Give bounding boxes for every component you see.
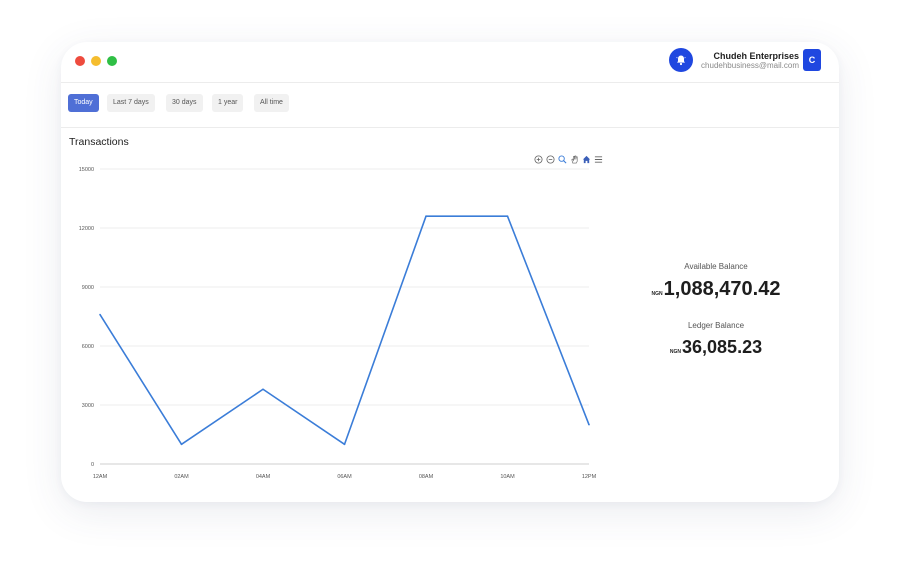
data-point [506, 215, 509, 217]
chart-title: Transactions [69, 136, 129, 148]
account-name: Chudeh Enterprises [713, 51, 799, 61]
ledger-balance-label: Ledger Balance [687, 321, 745, 330]
x-tick-label: 06AM [337, 474, 352, 480]
ledger-balance-amount: 36,085.23 [682, 337, 763, 357]
title-bar: Chudeh Enterprises chudehbusiness@mail.c… [61, 42, 839, 83]
available-balance-value: NGN1,088,470.42 [621, 278, 811, 301]
available-balance-amount: 1,088,470.42 [663, 278, 781, 300]
data-point [425, 215, 427, 217]
bell-icon [676, 55, 686, 66]
ledger-balance-value: NGN36,085.23 [621, 337, 811, 358]
available-balance-currency: NGN [651, 291, 663, 297]
minimize-window-dot[interactable] [91, 56, 101, 66]
transactions-line-chart: 0 3000 6000 9000 12000 15000 12AM 02AM 04AM 06AM 0… [79, 167, 597, 480]
data-point [262, 388, 264, 391]
x-tick-label: 12PM [582, 474, 597, 480]
y-tick-label: 0 [91, 462, 94, 468]
x-tick-label: 04AM [256, 474, 271, 480]
filter-1-year-button[interactable]: 1 year [212, 94, 244, 112]
app-window: Chudeh Enterprises chudehbusiness@mail.c… [61, 42, 839, 502]
y-tick-label: 15000 [79, 167, 94, 173]
account-email: chudehbusiness@mail.com [701, 61, 799, 70]
x-tick-label: 12AM [93, 474, 108, 480]
notification-bell-button[interactable] [669, 48, 693, 72]
x-tick-label: 08AM [419, 474, 434, 480]
ledger-balance-currency: NGN [669, 349, 682, 355]
y-tick-label: 6000 [82, 344, 94, 350]
close-window-dot[interactable] [75, 56, 85, 66]
filter-today-button[interactable]: Today [68, 94, 99, 112]
filter-30-days-button[interactable]: 30 days [166, 94, 203, 112]
x-tick-label: 02AM [174, 474, 189, 480]
maximize-window-dot[interactable] [107, 56, 117, 66]
series-line [99, 215, 590, 446]
filter-last-7-days-button[interactable]: Last 7 days [107, 94, 155, 112]
filter-all-time-button[interactable]: All time [254, 94, 289, 112]
avatar[interactable]: C [803, 49, 821, 71]
data-point [99, 313, 101, 316]
y-tick-label: 9000 [82, 285, 94, 291]
data-point [180, 443, 183, 446]
y-tick-label: 3000 [82, 403, 94, 409]
data-point [588, 423, 590, 426]
date-range-filters: Today Last 7 days 30 days 1 year All tim… [61, 82, 839, 128]
available-balance-label: Available Balance [684, 262, 748, 271]
x-tick-label: 10AM [500, 474, 515, 480]
data-point [343, 443, 346, 446]
y-tick-label: 12000 [79, 226, 94, 232]
